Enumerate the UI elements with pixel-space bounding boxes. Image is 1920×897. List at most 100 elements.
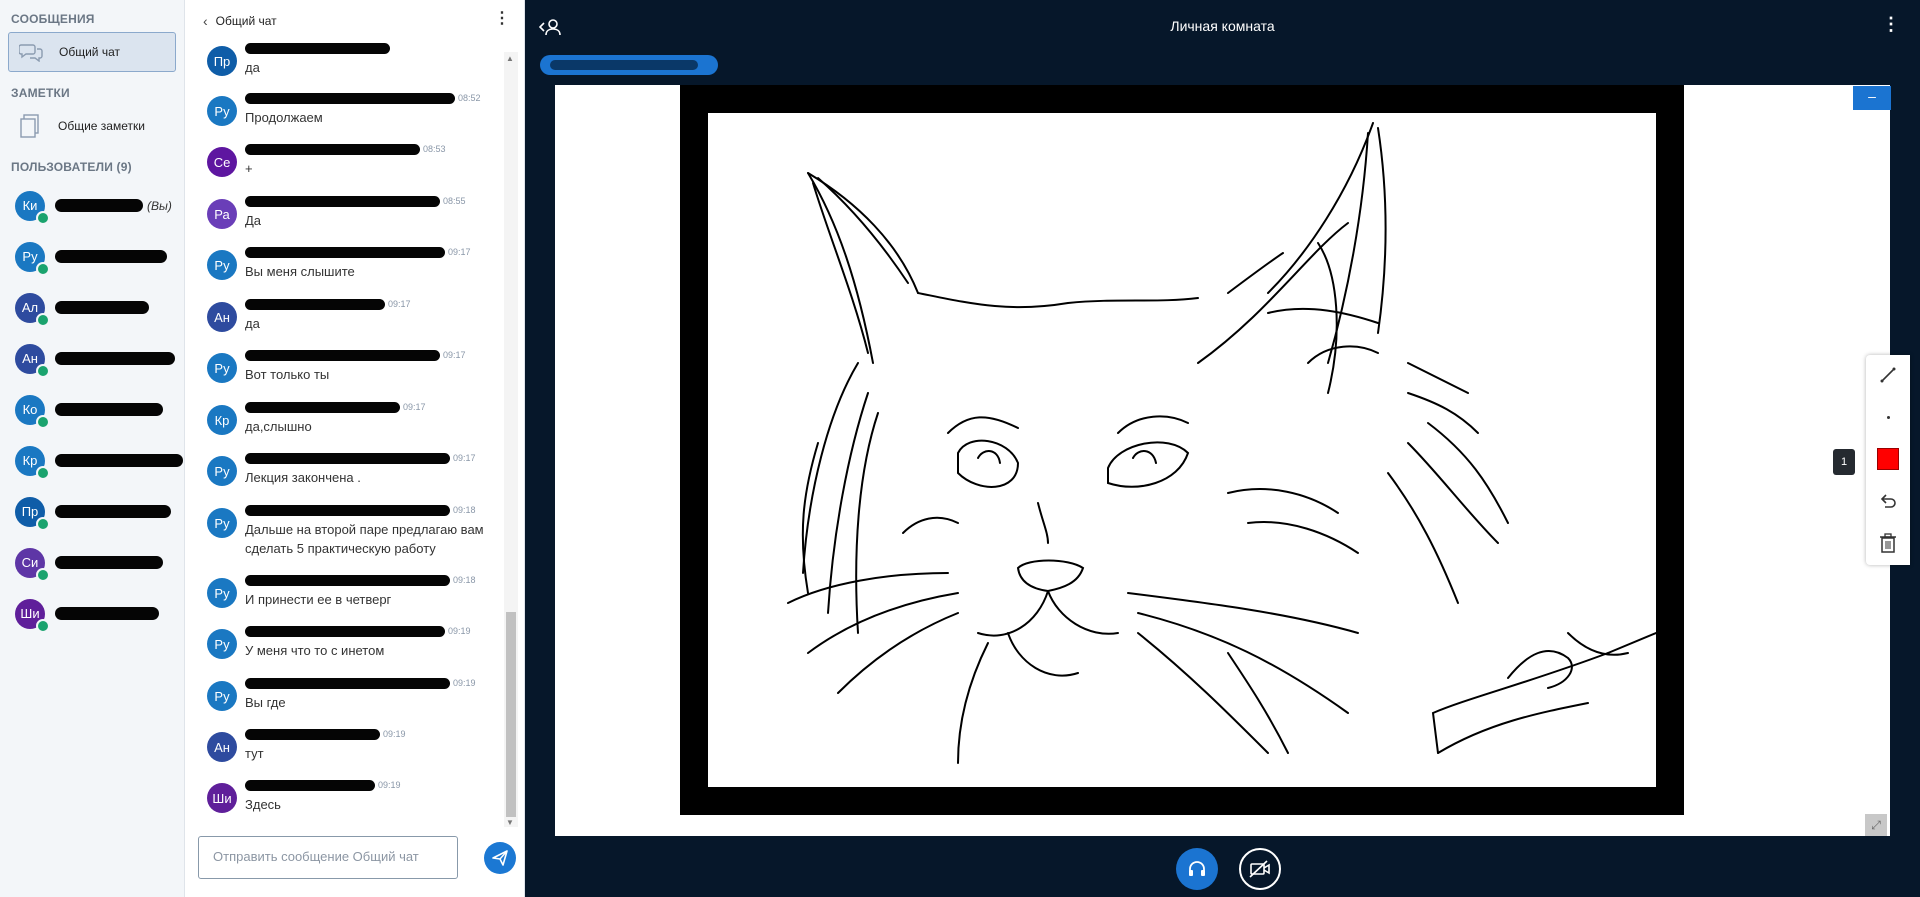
chat-options-icon[interactable]: ⋮ xyxy=(494,11,510,27)
user-list-item[interactable]: Ан xyxy=(0,333,184,384)
message-text: да xyxy=(245,60,260,75)
message-text: Дальше на второй паре предлагаю вам сдел… xyxy=(245,522,484,556)
avatar-initials: Пр xyxy=(21,504,39,519)
chat-message: Ру 08:52 Продолжаем xyxy=(195,92,500,140)
cat-drawing xyxy=(708,113,1657,787)
user-list-item[interactable]: Ал xyxy=(0,282,184,333)
avatar: Ру xyxy=(207,250,237,280)
avatar: Ши xyxy=(15,598,50,633)
undo-icon[interactable] xyxy=(1866,481,1910,521)
chat-message: Ру 09:17 Лекция закончена . xyxy=(195,452,500,500)
avatar-initials: Ан xyxy=(214,739,230,755)
avatar: Ан xyxy=(207,732,237,762)
redacted-sender xyxy=(245,143,420,155)
message-text: Здесь xyxy=(245,797,281,812)
thickness-dot-icon[interactable] xyxy=(1866,397,1910,437)
color-swatch-red[interactable] xyxy=(1866,439,1910,479)
microphone-status-icon xyxy=(36,312,50,327)
user-list-item[interactable]: Ши xyxy=(0,588,184,639)
video-button[interactable] xyxy=(1239,848,1281,890)
avatar-initials: Се xyxy=(213,154,231,170)
redacted-username xyxy=(55,505,171,518)
avatar-initials: Ру xyxy=(214,360,230,376)
message-text: да xyxy=(245,316,260,331)
chat-scrollbar[interactable]: ▲ ▼ xyxy=(504,52,518,827)
public-chat-item[interactable]: Общий чат xyxy=(8,32,176,72)
avatar-initials: Ру xyxy=(214,515,230,531)
message-list: Пр да Ру 08:52 Продолжаем Се 08:53 + Ра 08:55 Да Ру… xyxy=(185,42,505,822)
send-icon xyxy=(492,850,508,866)
avatar-initials: Ру xyxy=(214,103,230,119)
whiteboard-slide[interactable] xyxy=(555,85,1890,836)
chat-message: Ру 09:17 Вы меня слышите xyxy=(195,246,500,294)
avatar-initials: Ки xyxy=(22,198,38,213)
message-time: 09:17 xyxy=(448,247,471,257)
redacted-sender xyxy=(245,779,375,791)
user-list-sidebar: СООБЩЕНИЯ Общий чат ЗАМЕТКИ Общие заметк… xyxy=(0,0,185,897)
redacted-sender xyxy=(245,728,380,740)
options-menu-icon[interactable]: ⋮ xyxy=(1882,14,1900,34)
avatar-initials: Ал xyxy=(21,300,39,315)
message-time: 09:17 xyxy=(453,453,476,463)
scroll-down-icon[interactable]: ▼ xyxy=(506,818,514,827)
message-input[interactable]: Отправить сообщение Общий чат xyxy=(198,836,458,879)
user-list-item[interactable]: Ру xyxy=(0,231,184,282)
message-meta: 09:17 xyxy=(245,349,466,361)
minimize-presentation-button[interactable]: – xyxy=(1853,86,1891,110)
user-list-item[interactable]: Пр xyxy=(0,486,184,537)
message-meta: 09:18 xyxy=(245,504,476,516)
scroll-up-icon[interactable]: ▲ xyxy=(506,54,514,63)
chat-message: Кр 09:17 да,слышно xyxy=(195,401,500,449)
avatar: Ру xyxy=(207,96,237,126)
message-meta: 08:53 xyxy=(245,143,446,155)
avatar: Ра xyxy=(207,199,237,229)
microphone-status-icon xyxy=(36,618,50,633)
scroll-thumb[interactable] xyxy=(506,612,516,817)
redacted-sender xyxy=(245,452,450,464)
redacted-sender xyxy=(245,625,445,637)
user-list-item[interactable]: Ки (Вы) xyxy=(0,180,184,231)
user-list-item[interactable]: Кр xyxy=(0,435,184,486)
fullscreen-icon[interactable]: ⤢ xyxy=(1865,814,1887,836)
chat-panel: ‹ Общий чат ⋮ Пр да Ру 08:52 Продолжаем Се 08:… xyxy=(185,0,525,897)
message-time: 09:19 xyxy=(453,678,476,688)
trash-icon[interactable] xyxy=(1866,523,1910,563)
chat-message: Ра 08:55 Да xyxy=(195,195,500,243)
chat-message: Ру 09:18 И принести ее в четверг xyxy=(195,574,500,622)
message-time: 09:17 xyxy=(403,402,426,412)
chat-message: Пр да xyxy=(195,42,500,90)
message-text: И принести ее в четверг xyxy=(245,592,392,607)
messages-header: СООБЩЕНИЯ xyxy=(11,12,95,26)
message-text: Да xyxy=(245,213,262,228)
shared-notes-item[interactable]: Общие заметки xyxy=(8,106,176,146)
chat-message: Ру 09:17 Вот только ты xyxy=(195,349,500,397)
chevron-left-icon[interactable]: ‹ xyxy=(203,13,208,29)
chat-message: Се 08:53 + xyxy=(195,143,500,191)
redacted-username xyxy=(55,352,175,365)
message-time: 09:18 xyxy=(453,505,476,515)
audio-button[interactable] xyxy=(1176,848,1218,890)
redacted-sender xyxy=(245,574,450,586)
avatar-initials: Ру xyxy=(214,257,230,273)
message-meta: 09:17 xyxy=(245,246,471,258)
public-chat-label: Общий чат xyxy=(59,45,120,59)
avatar: Ко xyxy=(15,394,50,429)
microphone-status-icon xyxy=(36,567,50,582)
message-text: тут xyxy=(245,746,264,761)
message-meta xyxy=(245,42,393,54)
avatar-initials: Ан xyxy=(22,351,38,366)
message-meta: 08:55 xyxy=(245,195,466,207)
chat-message: Ру 09:19 У меня что то с инетом xyxy=(195,625,500,673)
message-meta: 09:17 xyxy=(245,401,426,413)
chat-message: Ан 09:19 тут xyxy=(195,728,500,776)
avatar-initials: Кр xyxy=(22,453,38,468)
send-button[interactable] xyxy=(484,842,516,874)
user-list-item[interactable]: Ко xyxy=(0,384,184,435)
avatar: Си xyxy=(15,547,50,582)
avatar-initials: Ру xyxy=(214,463,230,479)
chat-title[interactable]: Общий чат xyxy=(216,14,277,28)
user-list-item[interactable]: Си xyxy=(0,537,184,588)
pencil-tool-icon[interactable] xyxy=(1866,355,1910,395)
message-time: 09:17 xyxy=(443,350,466,360)
avatar: Пр xyxy=(207,46,237,76)
